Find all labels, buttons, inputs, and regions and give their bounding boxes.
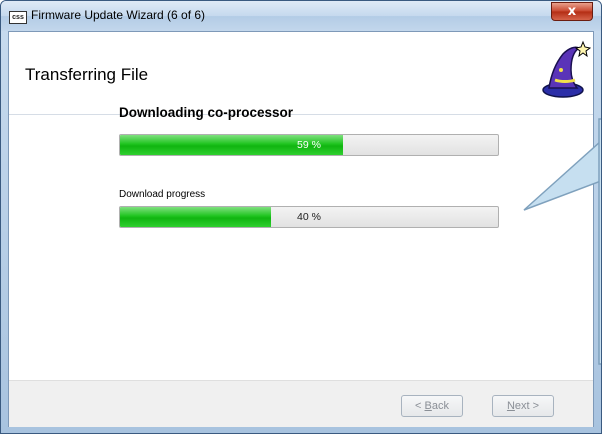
download-heading: Downloading co-processor bbox=[119, 105, 294, 120]
next-button[interactable]: Next > bbox=[492, 395, 554, 417]
wizard-header: Transferring File bbox=[9, 32, 593, 115]
coprocessor-progress-bar: 59 % bbox=[119, 134, 499, 156]
close-icon: x bbox=[567, 4, 577, 19]
wizard-hat-icon bbox=[542, 40, 591, 98]
coprocessor-progress-label: 59 % bbox=[297, 139, 321, 151]
download-progress-text: 40 % bbox=[297, 211, 321, 223]
window-title: Firmware Update Wizard (6 of 6) bbox=[31, 8, 206, 22]
next-button-label: Next > bbox=[506, 400, 540, 412]
wizard-window: css Firmware Update Wizard (6 of 6) x Tr… bbox=[0, 0, 602, 434]
back-button[interactable]: < Back bbox=[401, 395, 463, 417]
download-progress-bar: 40 % bbox=[119, 206, 499, 228]
download-progress-label: Download progress bbox=[119, 189, 206, 200]
wizard-client-area: Transferring File Downloading co-process… bbox=[8, 31, 594, 427]
close-button[interactable]: x bbox=[551, 2, 593, 21]
wizard-footer: < Back Next > bbox=[9, 380, 593, 427]
title-bar[interactable]: css Firmware Update Wizard (6 of 6) x bbox=[1, 1, 601, 31]
app-icon: css bbox=[9, 11, 27, 24]
back-button-label: < Back bbox=[415, 400, 449, 412]
page-title: Transferring File bbox=[25, 65, 149, 84]
